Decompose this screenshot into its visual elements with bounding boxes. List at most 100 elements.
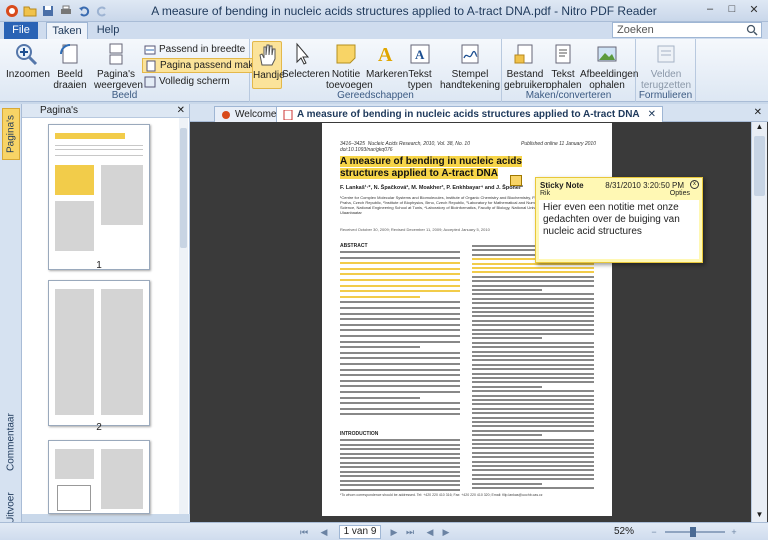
page-views-button[interactable]: Pagina's weergeven [94, 41, 143, 91]
reset-fields-button[interactable]: Velden terugzetten [640, 41, 692, 91]
extract-images-button[interactable]: Afbeeldingen ophalen [580, 41, 639, 91]
undo-icon[interactable] [76, 3, 92, 19]
scroll-up-icon[interactable]: ▲ [752, 122, 767, 134]
text-line [472, 328, 594, 331]
text-line [472, 363, 594, 366]
fit-width-button[interactable]: Passend in breedte [142, 42, 247, 57]
fit-page-icon [145, 60, 157, 72]
text-line [472, 460, 594, 463]
search-icon[interactable] [746, 24, 758, 36]
tab-help[interactable]: Help [92, 22, 124, 39]
previous-page-icon[interactable]: ◀ [318, 526, 330, 538]
forward-icon[interactable]: ▶ [440, 526, 452, 538]
close-document-icon[interactable]: ✕ [754, 107, 762, 118]
page-thumbnail[interactable] [48, 440, 150, 514]
ribbon-tab-row: File Taken Help Zoeken [0, 22, 768, 39]
select-tool-button[interactable]: Selecteren [282, 41, 330, 80]
hand-tool-button[interactable]: Handje [252, 41, 285, 89]
page-thumbnail[interactable] [48, 280, 150, 426]
redo-icon[interactable] [94, 3, 110, 19]
sticky-note-popup[interactable]: Sticky Note 8/31/2010 3:20:50 PM x Rik O… [535, 177, 703, 263]
highlight-label: Markeren [366, 69, 409, 80]
note-icon [333, 41, 359, 67]
ribbon: Inzoomen Beeld draaien Pagina's weergeve… [0, 39, 768, 102]
stamp-sign-label: Stempel handtekening [440, 69, 501, 91]
search-input[interactable]: Zoeken [612, 22, 762, 38]
fullscreen-button[interactable]: Volledig scherm [142, 74, 232, 89]
tab-document[interactable]: A measure of bending in nucleic acids st… [276, 106, 664, 122]
text-line [340, 368, 460, 371]
text-line [472, 289, 542, 291]
group-convert-label: Maken/converteren [525, 90, 612, 101]
text-line [340, 396, 420, 399]
group-tools-label: Gereedschappen [337, 90, 414, 101]
close-icon[interactable]: ✕ [744, 1, 764, 17]
zoom-slider-thumb[interactable] [690, 527, 696, 537]
group-forms: Velden terugzetten Formulieren [636, 39, 696, 102]
select-tool-label: Selecteren [282, 69, 330, 80]
document-scroll-thumb[interactable] [754, 136, 765, 196]
text-line [472, 438, 594, 441]
document-tab-bar: Welcome A measure of bending in nucleic … [190, 104, 768, 122]
text-line [472, 284, 594, 287]
next-page-icon[interactable]: ▶ [388, 526, 400, 538]
rotate-button[interactable]: Beeld draaien [48, 41, 92, 91]
highlight-icon: A [373, 41, 399, 67]
text-line [340, 461, 460, 464]
paper-title-text: A measure of bending in nucleic acids st… [340, 156, 522, 179]
scroll-down-icon[interactable]: ▼ [752, 510, 767, 522]
fit-page-button[interactable]: Pagina passend maken [142, 58, 268, 73]
side-tab-comments[interactable]: Commentaar [2, 404, 20, 480]
back-icon[interactable]: ◀ [424, 526, 436, 538]
add-note-label: Notitie toevoegen [326, 69, 373, 91]
svg-text:A: A [378, 44, 393, 65]
maximize-icon[interactable]: □ [722, 1, 742, 17]
text-line [472, 469, 594, 472]
zoom-out-icon[interactable]: − [648, 526, 660, 538]
text-line [472, 341, 594, 344]
abstract-heading: ABSTRACT [340, 243, 465, 249]
zoom-in-button[interactable]: Inzoomen [6, 41, 50, 80]
open-folder-icon[interactable] [22, 3, 38, 19]
side-tab-pages[interactable]: Pagina's [2, 108, 20, 160]
add-note-button[interactable]: Notitie toevoegen [326, 41, 373, 91]
stamp-sign-button[interactable]: Stempel handtekening [440, 41, 500, 91]
pages-scrollbar[interactable] [179, 118, 188, 514]
sticky-options-button[interactable]: Opties [670, 190, 690, 197]
note-annotation-icon[interactable] [510, 175, 522, 186]
text-line [472, 377, 594, 379]
close-tab-icon[interactable]: ✕ [648, 107, 656, 122]
print-icon[interactable] [58, 3, 74, 19]
text-line [472, 315, 594, 318]
highlight-button[interactable]: A Markeren [366, 41, 409, 80]
last-page-icon[interactable]: ⏭ [404, 526, 416, 538]
use-file-button[interactable]: Bestand gebruiken [504, 41, 548, 91]
text-line [340, 466, 460, 468]
search-placeholder: Zoeken [617, 24, 654, 36]
page-thumbnail[interactable] [48, 124, 150, 270]
close-panel-icon[interactable]: ✕ [177, 104, 185, 118]
pages-scroll-thumb[interactable] [180, 128, 187, 248]
tab-welcome-label: Welcome [235, 109, 277, 120]
zoom-in-label: Inzoomen [6, 69, 50, 80]
extract-text-button[interactable]: Tekst ophalen [546, 41, 582, 91]
save-icon[interactable] [40, 3, 56, 19]
tab-home[interactable]: Taken [46, 22, 88, 39]
sticky-note-text[interactable]: Hier even een notitie met onze gedachten… [539, 200, 699, 259]
app-logo-icon[interactable] [4, 3, 20, 19]
type-text-button[interactable]: A Tekst typen [404, 41, 436, 91]
document-scrollbar[interactable]: ▲ ▼ [751, 122, 767, 522]
minimize-icon[interactable]: – [700, 1, 720, 17]
tab-welcome[interactable]: Welcome [214, 106, 284, 122]
page-number-field[interactable]: 1 van 9 [339, 525, 381, 539]
text-line [472, 443, 594, 445]
tab-file[interactable]: File [4, 22, 38, 39]
zoom-in-status-icon[interactable]: + [728, 526, 740, 538]
text-line [340, 439, 460, 441]
first-page-icon[interactable]: ⏮ [298, 526, 310, 538]
sticky-close-icon[interactable]: x [690, 180, 699, 189]
text-line [340, 443, 460, 446]
quick-access-toolbar [4, 3, 110, 19]
text-line [340, 385, 460, 388]
extract-images-label: Afbeeldingen ophalen [580, 69, 639, 91]
